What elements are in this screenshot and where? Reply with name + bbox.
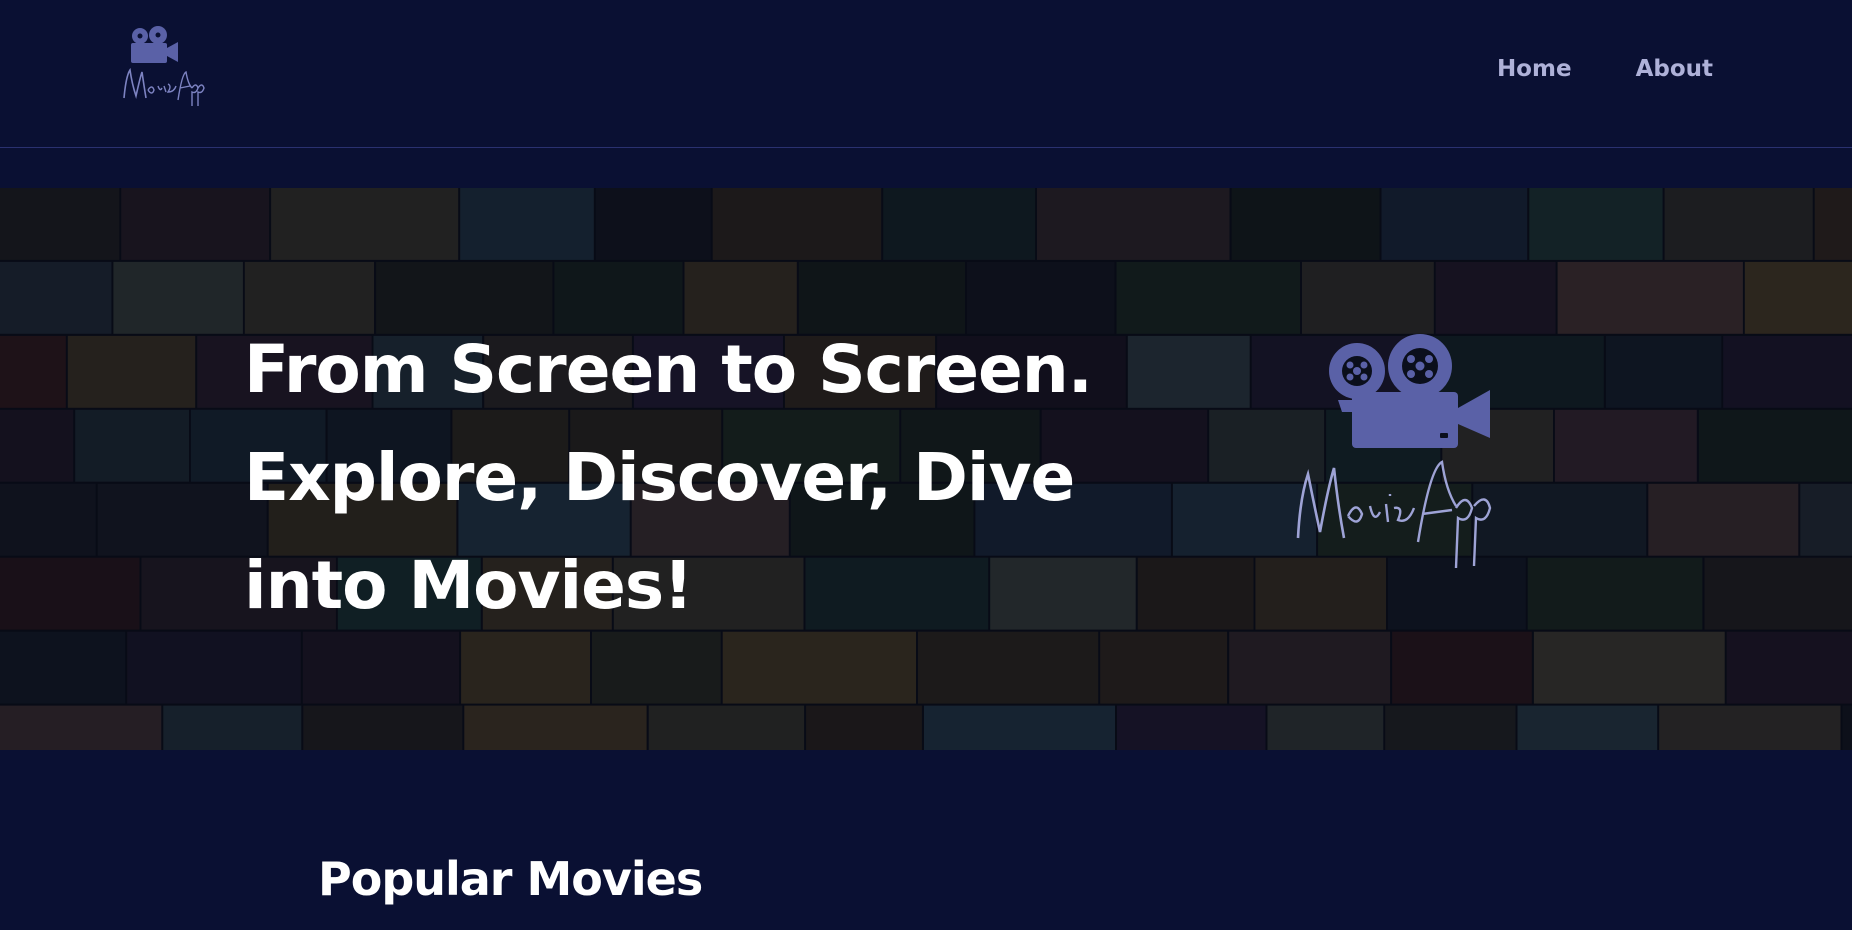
hero-line-3: into Movies!: [244, 547, 693, 624]
movie-camera-icon: [1296, 334, 1492, 569]
hero-banner: From Screen to Screen. Explore, Discover…: [0, 188, 1852, 750]
hero-headline: From Screen to Screen. Explore, Discover…: [244, 316, 1144, 640]
hero-line-1: From Screen to Screen.: [244, 331, 1093, 408]
top-navbar: Home About: [0, 0, 1852, 148]
movie-camera-icon: [123, 26, 205, 106]
nav-home-link[interactable]: Home: [1497, 56, 1572, 82]
brand-logo[interactable]: [118, 26, 212, 110]
nav-about-link[interactable]: About: [1636, 56, 1713, 82]
popular-movies-heading: Popular Movies: [318, 852, 703, 906]
main-nav: Home About: [1497, 56, 1713, 82]
hero-line-2: Explore, Discover, Dive: [244, 439, 1075, 516]
hero-logo: [1290, 328, 1580, 578]
